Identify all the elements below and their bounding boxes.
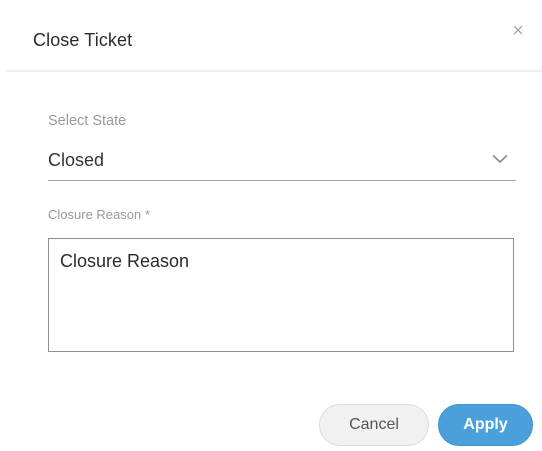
state-select[interactable]: Closed bbox=[48, 142, 516, 181]
dialog-title: Close Ticket bbox=[33, 30, 133, 50]
closure-reason-label: Closure Reason * bbox=[48, 207, 150, 222]
cancel-button[interactable]: Cancel bbox=[319, 404, 429, 446]
closure-reason-text: Closure Reason bbox=[60, 251, 190, 271]
state-select-value: Closed bbox=[48, 150, 105, 170]
header-divider bbox=[6, 70, 542, 72]
closure-reason-textarea[interactable]: Closure Reason bbox=[48, 238, 514, 352]
close-ticket-dialog: Close Ticket Select State Closed Closure… bbox=[0, 0, 542, 451]
dialog-header: Close Ticket bbox=[0, 0, 542, 72]
select-state-label: Select State bbox=[48, 113, 127, 129]
chevron-down-icon bbox=[492, 154, 508, 164]
close-button[interactable] bbox=[508, 20, 528, 40]
apply-button[interactable]: Apply bbox=[438, 404, 533, 446]
close-icon bbox=[513, 25, 523, 35]
